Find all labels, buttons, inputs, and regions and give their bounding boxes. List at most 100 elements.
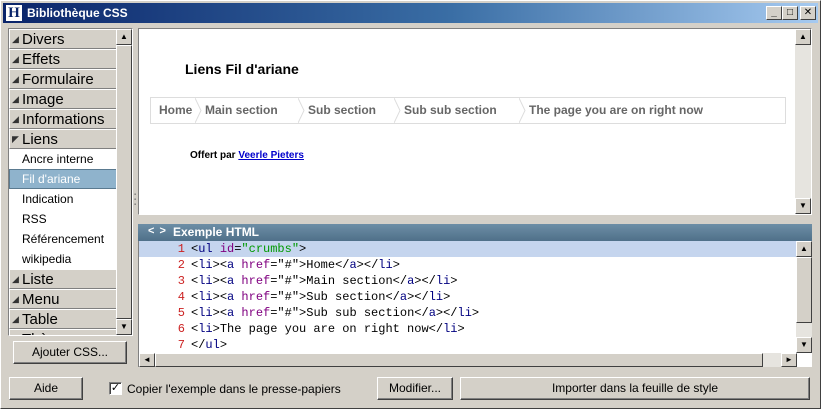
preview-title: Liens Fil d'ariane [185, 61, 299, 77]
code-hscroll-thumb[interactable] [155, 353, 763, 367]
credit-prefix: Offert par [190, 150, 236, 161]
title-bar[interactable]: H Bibliothèque CSS _ □ ✕ [3, 3, 818, 23]
app-logo-icon: H [6, 5, 22, 21]
category-label: Effets [22, 51, 61, 68]
code-text: <li><a href="#">Home</a></li> [191, 258, 400, 272]
splitter-grip-icon[interactable]: ▪ ▪ ▪ [134, 192, 137, 211]
expand-icon[interactable]: ◢ [12, 50, 22, 68]
category-label: Table [22, 311, 58, 328]
preview-scrollbar[interactable]: ▲ ▼ [795, 29, 811, 214]
code-text: <ul id="crumbs"> [191, 242, 307, 256]
line-number: 3 [177, 274, 185, 288]
list-item[interactable]: Fil d'ariane [9, 169, 117, 189]
code-vscroll-thumb[interactable] [796, 257, 812, 323]
list-item[interactable]: Référencement [9, 229, 117, 249]
help-button[interactable]: Aide [9, 377, 83, 400]
breadcrumb-item[interactable]: Sub section [308, 98, 376, 123]
category-liste[interactable]: ◢ Liste [9, 269, 117, 289]
code-scroll-right-icon[interactable]: ► [781, 353, 797, 367]
expand-icon[interactable]: ◢ [12, 290, 22, 308]
list-item[interactable]: wikipedia [9, 249, 117, 269]
code-text: <li><a href="#">Sub section</a></li> [191, 290, 451, 304]
category-scroll-thumb[interactable] [116, 45, 132, 319]
code-scroll-down-icon[interactable]: ▼ [796, 337, 812, 353]
code-scroll-left-icon[interactable]: ◄ [139, 353, 155, 367]
code-text: <li>The page you are on right now</li> [191, 322, 465, 336]
code-vertical-scrollbar[interactable]: ▲ ▼ [796, 241, 812, 353]
minimize-button[interactable]: _ [766, 6, 782, 20]
preview-scroll-down-icon[interactable]: ▼ [795, 198, 811, 214]
code-line[interactable]: 4 <li><a href="#">Sub section</a></li> [139, 289, 797, 305]
expand-icon[interactable]: ◢ [12, 70, 22, 88]
import-button[interactable]: Importer dans la feuille de style [460, 377, 810, 400]
code-line[interactable]: 7 </ul> [139, 337, 797, 353]
code-text: </ul> [191, 338, 228, 352]
code-line[interactable]: 2 <li><a href="#">Home</a></li> [139, 257, 797, 273]
code-horizontal-scrollbar[interactable]: ◄ ► [139, 353, 797, 367]
line-number: 6 [177, 322, 185, 336]
category-informations[interactable]: ◢ Informations [9, 109, 117, 129]
code-line[interactable]: 5 <li><a href="#">Sub sub section</a></li… [139, 305, 797, 321]
category-effets[interactable]: ◢ Effets [9, 49, 117, 69]
code-line[interactable]: 1 <ul id="crumbs"> [139, 241, 797, 257]
breadcrumb-item[interactable]: The page you are on right now [529, 98, 703, 123]
code-line[interactable]: 6 <li>The page you are on right now</li> [139, 321, 797, 337]
modify-button[interactable]: Modifier... [377, 377, 453, 400]
category-label: Image [22, 91, 64, 108]
maximize-button[interactable]: □ [782, 6, 798, 20]
scroll-down-icon[interactable]: ▼ [116, 319, 132, 335]
code-line[interactable]: 3 <li><a href="#">Main section</a></li> [139, 273, 797, 289]
category-label: Menu [22, 291, 60, 308]
category-label: Liens [22, 131, 58, 148]
code-text: <li><a href="#">Main section</a></li> [191, 274, 458, 288]
window-title: Bibliothèque CSS [27, 6, 128, 20]
category-label: Divers [22, 31, 65, 48]
app-window: H Bibliothèque CSS _ □ ✕ ◢ Divers ◢ Effets ◢… [0, 0, 821, 409]
category-label: Thème [22, 331, 69, 335]
breadcrumb-separator-icon [298, 98, 305, 123]
preview-scroll-up-icon[interactable]: ▲ [795, 29, 811, 45]
scroll-up-icon[interactable]: ▲ [116, 29, 132, 45]
expand-icon[interactable]: ◢ [12, 330, 22, 335]
line-number: 7 [177, 338, 185, 352]
category-thème[interactable]: ◢Thème [9, 329, 117, 335]
breadcrumb-separator-icon [519, 98, 526, 123]
category-menu[interactable]: ◢ Menu [9, 289, 117, 309]
add-css-button[interactable]: Ajouter CSS... [13, 341, 127, 364]
expand-icon[interactable]: ◢ [12, 110, 22, 128]
category-table[interactable]: ◢ Table [9, 309, 117, 329]
category-label: Formulaire [22, 71, 94, 88]
category-panel: ◢ Divers ◢ Effets ◢ Formulaire ◢ Image ◢ Informat… [8, 28, 133, 336]
collapse-icon[interactable]: ◤ [12, 130, 22, 148]
category-scrollbar[interactable]: ▲ ▼ [116, 29, 132, 335]
breadcrumb-item[interactable]: Main section [205, 98, 278, 123]
expand-icon[interactable]: ◢ [12, 30, 22, 48]
expand-icon[interactable]: ◢ [12, 90, 22, 108]
credit-line: Offert par Veerle Pieters [190, 150, 304, 161]
code-panel-title: Exemple HTML [173, 225, 260, 239]
category-liens[interactable]: ◤ Liens [9, 129, 117, 149]
category-formulaire[interactable]: ◢ Formulaire [9, 69, 117, 89]
code-scroll-up-icon[interactable]: ▲ [796, 241, 812, 257]
list-item[interactable]: RSS [9, 209, 117, 229]
category-image[interactable]: ◢ Image [9, 89, 117, 109]
list-item[interactable]: Indication [9, 189, 117, 209]
category-divers[interactable]: ◢ Divers [9, 29, 117, 49]
code-editor[interactable]: 1 <ul id="crumbs"> 2 <li><a href="#">Home</… [138, 241, 812, 367]
copy-checkbox-label[interactable]: Copier l'exemple dans le presse-papiers [127, 382, 341, 396]
list-item[interactable]: Ancre interne [9, 149, 117, 169]
code-icon: < > [148, 225, 167, 237]
breadcrumb: Home Main section Sub section Sub sub secti… [150, 97, 786, 124]
breadcrumb-separator-icon [195, 98, 202, 123]
line-number: 1 [177, 242, 185, 256]
credit-link[interactable]: Veerle Pieters [238, 150, 304, 161]
breadcrumb-item[interactable]: Sub sub section [404, 98, 497, 123]
breadcrumb-separator-icon [394, 98, 401, 123]
preview-panel: Liens Fil d'ariane Home Main section Sub s… [138, 28, 812, 215]
expand-icon[interactable]: ◢ [12, 310, 22, 328]
category-list: ◢ Divers ◢ Effets ◢ Formulaire ◢ Image ◢ Informat… [9, 29, 117, 335]
copy-checkbox[interactable]: ✓ [109, 382, 122, 395]
expand-icon[interactable]: ◢ [12, 270, 22, 288]
close-button[interactable]: ✕ [800, 6, 816, 20]
breadcrumb-item[interactable]: Home [159, 98, 192, 123]
